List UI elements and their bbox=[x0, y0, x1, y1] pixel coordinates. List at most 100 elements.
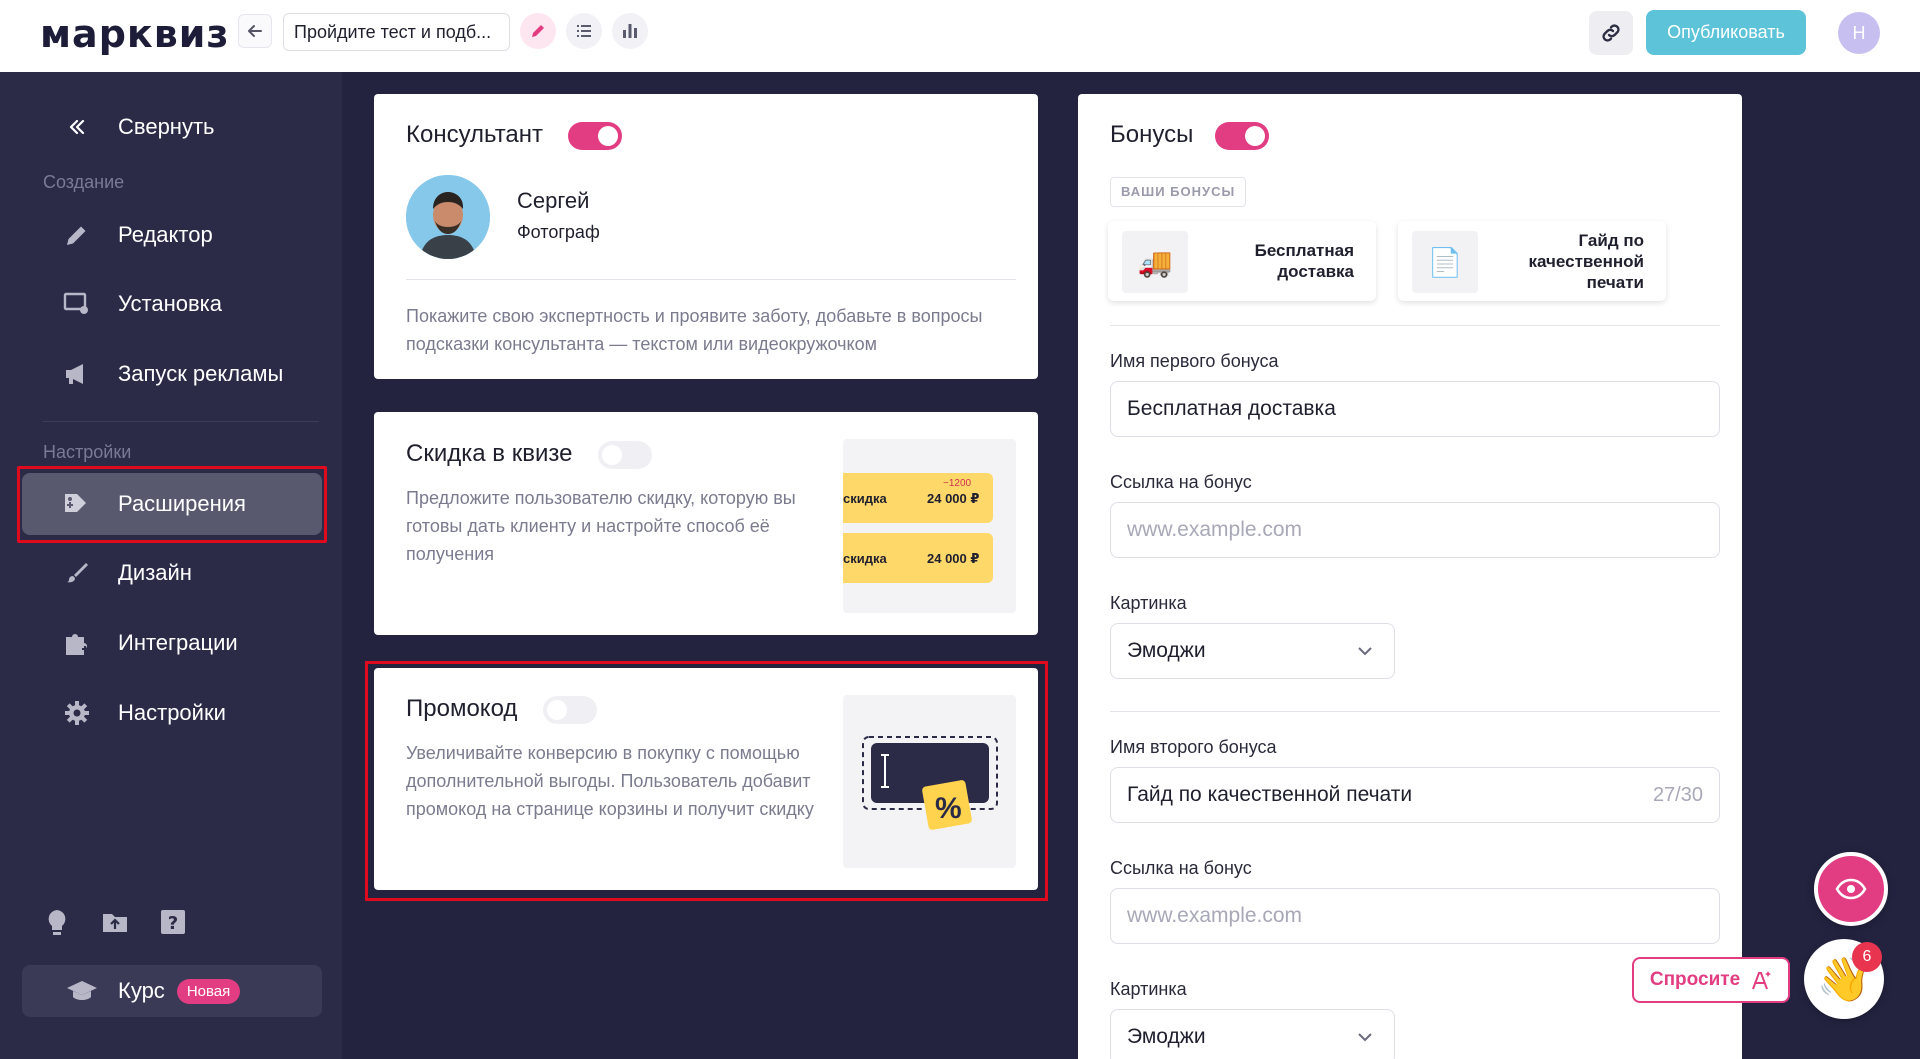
svg-text:?: ? bbox=[168, 913, 178, 934]
sidebar-item-integrations[interactable]: Интеграции bbox=[22, 612, 322, 674]
promo-title: Промокод bbox=[406, 695, 518, 722]
your-bonuses-chip: ВАШИ БОНУСЫ bbox=[1110, 177, 1247, 207]
puzzle-icon bbox=[22, 629, 118, 657]
quiz-title-field[interactable]: Пройдите тест и подб... bbox=[283, 13, 510, 51]
user-avatar[interactable]: Н bbox=[1838, 12, 1880, 54]
bonus-card-2[interactable]: 📄 Гайд по качественной печати bbox=[1398, 221, 1666, 301]
second-bonus-name-label: Имя второго бонуса bbox=[1110, 737, 1277, 757]
sidebar-item-label: Интеграции bbox=[118, 630, 238, 655]
link-icon bbox=[1602, 24, 1620, 42]
sidebar-section-settings: Настройки bbox=[43, 442, 132, 462]
first-bonus-name-label: Имя первого бонуса bbox=[1110, 351, 1279, 371]
promo-description: Увеличивайте конверсию в покупку с помощ… bbox=[406, 743, 814, 819]
double-chevron-left-icon bbox=[22, 116, 118, 138]
sidebar-item-settings[interactable]: Настройки bbox=[22, 682, 322, 744]
new-badge: Новая bbox=[176, 978, 241, 1004]
sidebar-bottom-icons: ? bbox=[43, 908, 187, 936]
discount-preview: скидка 24 000 ₽ −1200 скидка 24 000 ₽ bbox=[843, 439, 1016, 613]
second-bonus-image-select[interactable]: Эмоджи bbox=[1110, 1009, 1395, 1059]
pencil-icon bbox=[532, 25, 544, 37]
consultant-title: Консультант bbox=[406, 121, 544, 148]
help-icon[interactable]: ? bbox=[159, 908, 187, 936]
edit-mode-button[interactable] bbox=[520, 13, 556, 49]
extensions-icon bbox=[22, 490, 118, 518]
copy-link-button[interactable] bbox=[1589, 11, 1633, 55]
sidebar-item-label: Установка bbox=[118, 291, 222, 316]
coupon-text: скидка bbox=[843, 491, 887, 506]
list-icon bbox=[577, 25, 591, 37]
preview-button[interactable] bbox=[1814, 852, 1888, 926]
discount-toggle[interactable] bbox=[598, 441, 652, 469]
coupon-delta: −1200 bbox=[943, 478, 972, 489]
coupon-preview-1: скидка 24 000 ₽ −1200 bbox=[843, 473, 993, 523]
sidebar-item-editor[interactable]: Редактор bbox=[22, 204, 322, 266]
second-bonus-image-label: Картинка bbox=[1110, 979, 1187, 999]
second-bonus-name-input[interactable]: Гайд по качественной печати 27/30 bbox=[1110, 767, 1720, 823]
consultant-avatar bbox=[406, 175, 490, 259]
promo-toggle[interactable] bbox=[543, 696, 597, 724]
bonus-card-label: Бесплатная доставка bbox=[1254, 241, 1354, 281]
first-bonus-name-input[interactable]: Бесплатная доставка bbox=[1110, 381, 1720, 437]
ask-ai-button[interactable]: Спросите bbox=[1632, 957, 1790, 1003]
coupon-price: 24 000 ₽ bbox=[927, 491, 980, 506]
promo-preview: % bbox=[843, 695, 1016, 868]
logo[interactable]: марквиз bbox=[40, 12, 229, 56]
second-bonus-link-label: Ссылка на бонус bbox=[1110, 858, 1252, 878]
first-bonus-image-select[interactable]: Эмоджи bbox=[1110, 623, 1395, 679]
first-bonus-link-label: Ссылка на бонус bbox=[1110, 472, 1252, 492]
arrow-left-icon bbox=[248, 25, 262, 37]
promo-code-icon bbox=[862, 736, 998, 830]
consultant-divider bbox=[406, 279, 1016, 280]
sidebar-item-label: Дизайн bbox=[118, 560, 192, 585]
folder-upload-icon[interactable] bbox=[101, 908, 129, 936]
pencil-icon bbox=[22, 222, 118, 248]
truck-icon: 🚚 bbox=[1122, 231, 1188, 293]
course-label: Курс bbox=[118, 978, 165, 1003]
sidebar-collapse[interactable]: Свернуть bbox=[22, 96, 322, 158]
gear-icon bbox=[22, 699, 118, 727]
discount-title: Скидка в квизе bbox=[406, 440, 573, 467]
bonuses-divider bbox=[1110, 325, 1720, 326]
sidebar-item-install[interactable]: Установка bbox=[22, 273, 322, 335]
bonus-card-1[interactable]: 🚚 Бесплатная доставка bbox=[1108, 221, 1376, 301]
sidebar-item-label: Запуск рекламы bbox=[118, 361, 284, 386]
bar-chart-icon bbox=[623, 24, 637, 38]
consultant-toggle[interactable] bbox=[568, 122, 622, 150]
eye-icon bbox=[1835, 878, 1867, 900]
sidebar-item-ads[interactable]: Запуск рекламы bbox=[22, 343, 322, 405]
questions-list-button[interactable] bbox=[566, 13, 602, 49]
first-bonus-image-label: Картинка bbox=[1110, 593, 1187, 613]
second-bonus-link-input[interactable]: www.example.com bbox=[1110, 888, 1720, 944]
consultant-role: Фотограф bbox=[517, 222, 600, 242]
bonus-card-label: Гайд по качественной печати bbox=[1528, 230, 1644, 292]
sidebar-divider bbox=[43, 421, 319, 422]
publish-button[interactable]: Опубликовать bbox=[1646, 10, 1806, 55]
sidebar-section-create: Создание bbox=[43, 172, 125, 192]
bonuses-toggle[interactable] bbox=[1215, 122, 1269, 150]
sidebar-item-design[interactable]: Дизайн bbox=[22, 542, 322, 604]
first-bonus-link-input[interactable]: www.example.com bbox=[1110, 502, 1720, 558]
coupon-price: 24 000 ₽ bbox=[927, 551, 980, 566]
megaphone-icon bbox=[22, 361, 118, 387]
sidebar-item-label: Расширения bbox=[118, 491, 246, 516]
statistics-button[interactable] bbox=[612, 13, 648, 49]
coupon-preview-2: скидка 24 000 ₽ bbox=[843, 533, 993, 583]
sidebar-item-label: Настройки bbox=[118, 700, 226, 725]
back-button[interactable] bbox=[238, 14, 272, 48]
lightbulb-icon[interactable] bbox=[43, 908, 71, 936]
discount-description: Предложите пользователю скидку, которую … bbox=[406, 488, 796, 564]
second-bonus-image-value: Эмоджи bbox=[1127, 1025, 1206, 1048]
bonuses-title: Бонусы bbox=[1110, 121, 1194, 148]
document-icon: 📄 bbox=[1412, 231, 1478, 293]
sidebar-collapse-label: Свернуть bbox=[118, 114, 215, 139]
char-counter: 27/30 bbox=[1652, 784, 1703, 806]
course-button[interactable]: Курс Новая bbox=[22, 965, 322, 1017]
chevron-down-icon bbox=[1358, 647, 1372, 656]
notification-badge: 6 bbox=[1852, 942, 1882, 972]
graduation-cap-icon bbox=[22, 979, 118, 1003]
brush-icon bbox=[22, 560, 118, 586]
consultant-description: Покажите свою экспертность и проявите за… bbox=[406, 306, 983, 354]
sidebar-item-extensions[interactable]: Расширения bbox=[22, 473, 322, 535]
first-bonus-image-value: Эмоджи bbox=[1127, 639, 1206, 662]
coupon-text: скидка bbox=[843, 551, 887, 566]
